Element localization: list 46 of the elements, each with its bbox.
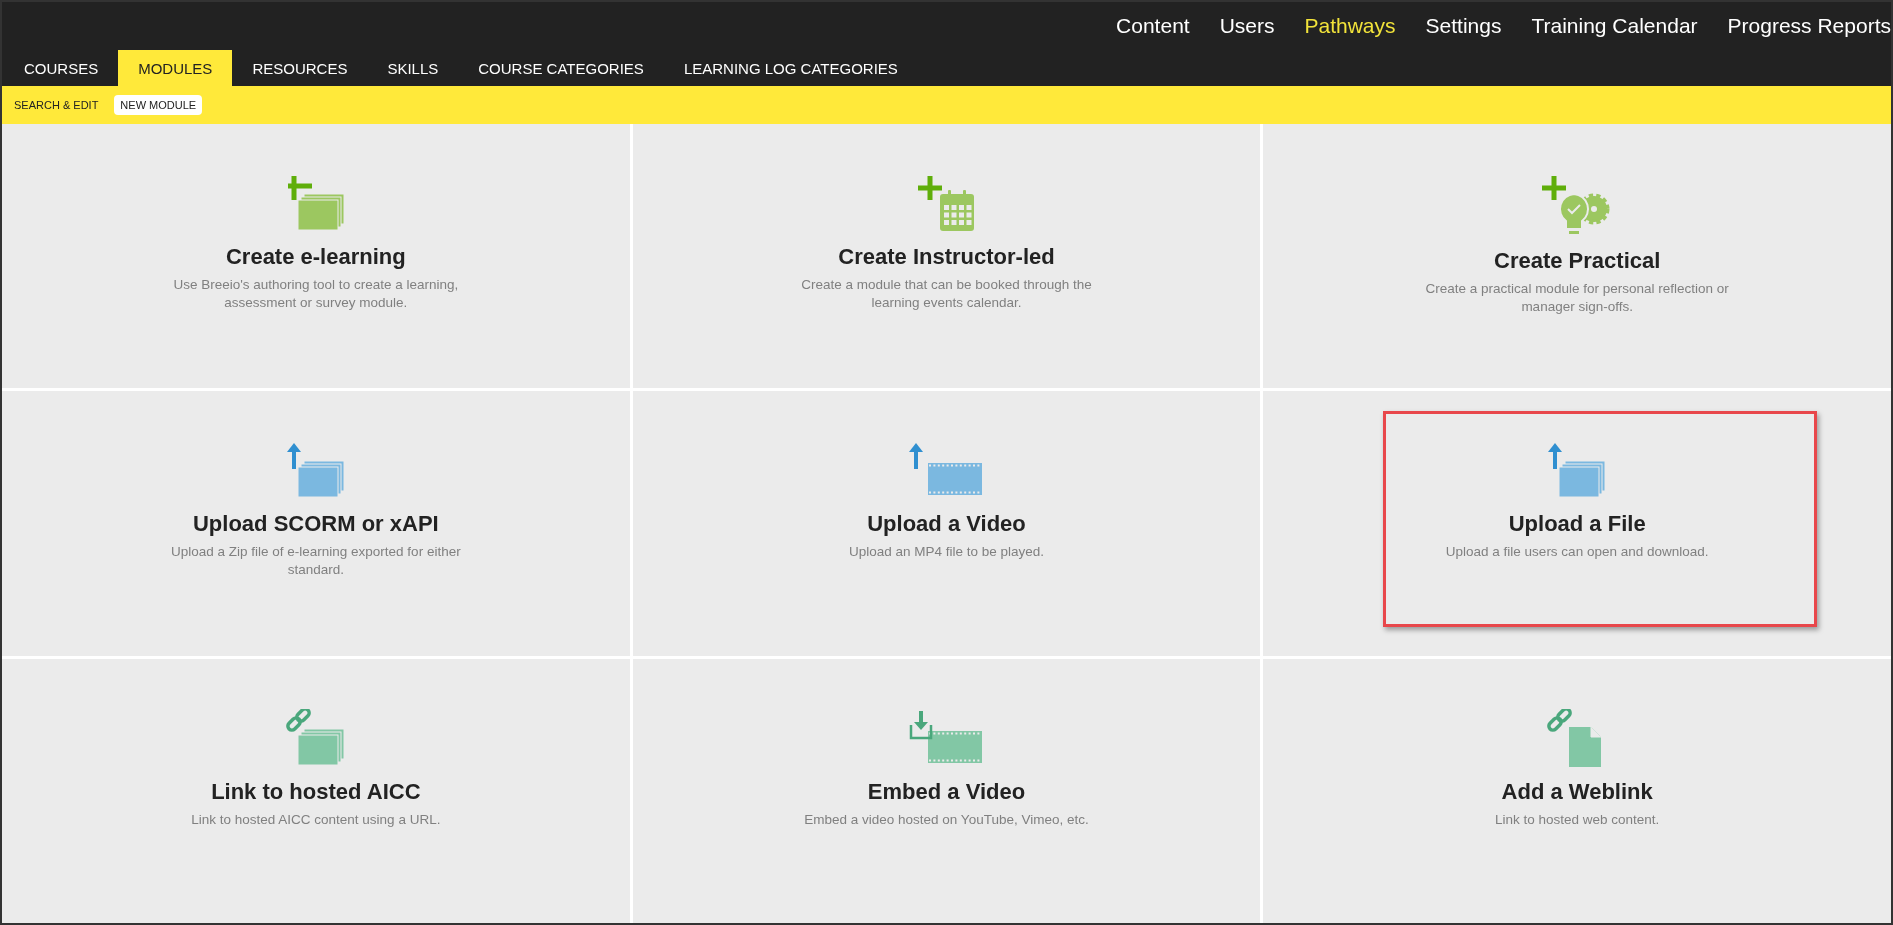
card-title: Embed a Video	[867, 778, 1026, 805]
add-stack-icon	[285, 174, 346, 232]
sub-tab[interactable]: SEARCH & EDIT	[8, 95, 105, 115]
card-description: Link to hosted AICC content using a URL.	[190, 810, 442, 829]
link-stack-icon	[285, 708, 346, 767]
tab[interactable]: COURSES	[4, 50, 119, 86]
module-type-card[interactable]: Upload a File Upload a file users can open and download.	[1263, 391, 1891, 656]
card-title: Create e-learning	[225, 244, 406, 270]
upload-stack-icon	[1547, 441, 1608, 500]
module-type-card[interactable]: Create Practical Create a practical module for personal reflection or manager sign-offs.	[1263, 124, 1891, 389]
card-description: Upload a file users can open and download.	[1444, 543, 1710, 561]
nav-link[interactable]: Training Calendar	[1531, 14, 1698, 38]
card-title: Upload a Video	[867, 511, 1026, 538]
module-type-card[interactable]: Embed a Video Embed a video hosted on YouTube, Vimeo, etc.	[632, 658, 1261, 923]
card-title: Create Practical	[1494, 248, 1661, 274]
card-description: Link to hosted web content.	[1493, 810, 1661, 829]
module-type-card[interactable]: Create Instructor-led Create a module that can be booked through the learning events calendar.	[632, 124, 1261, 389]
card-title: Create Instructor-led	[838, 244, 1055, 270]
card-description: Embed a video hosted on YouTube, Vimeo, etc.	[803, 810, 1090, 829]
nav-link[interactable]: Progress Reports	[1727, 14, 1891, 38]
module-type-card[interactable]: Create e-learning Use Breeio's authoring tool to create a learning, assessment or survey module.	[2, 124, 630, 389]
card-description: Create a practical module for personal reflection or manager sign-offs.	[1424, 280, 1730, 316]
card-title: Add a Weblink	[1501, 778, 1653, 805]
card-description: Upload a Zip file of e-learning exported for either standard.	[170, 543, 462, 579]
card-title: Link to hosted AICC	[211, 778, 421, 805]
card-description: Upload an MP4 file to be played.	[847, 543, 1046, 561]
tab[interactable]: RESOURCES	[232, 50, 368, 86]
nav-link[interactable]: Content	[1116, 14, 1190, 38]
add-calendar-icon	[916, 174, 977, 232]
tab[interactable]: SKILLS	[367, 50, 459, 86]
card-title: Upload SCORM or xAPI	[193, 511, 439, 538]
nav-link[interactable]: Settings	[1425, 14, 1502, 38]
tab[interactable]: MODULES	[118, 50, 233, 86]
sub-tab[interactable]: NEW MODULE	[114, 95, 203, 115]
card-description: Use Breeio's authoring tool to create a learning, assessment or survey module.	[172, 276, 460, 312]
nav-link[interactable]: Pathways	[1304, 14, 1396, 38]
upload-stack-icon	[285, 441, 346, 500]
module-type-card[interactable]: Add a Weblink Link to hosted web content.	[1263, 658, 1891, 923]
module-type-card[interactable]: Upload a Video Upload an MP4 file to be played.	[632, 391, 1261, 656]
module-type-card[interactable]: Upload SCORM or xAPI Upload a Zip file of e-learning exported for either standard.	[2, 391, 630, 656]
card-description: Create a module that can be booked through the learning events calendar.	[800, 276, 1093, 312]
tab[interactable]: COURSE CATEGORIES	[458, 50, 664, 86]
module-type-card[interactable]: Link to hosted AICC Link to hosted AICC content using a URL.	[2, 658, 630, 923]
nav-link[interactable]: Users	[1219, 14, 1275, 38]
tab[interactable]: LEARNING LOG CATEGORIES	[663, 50, 918, 86]
card-title: Upload a File	[1508, 511, 1646, 538]
